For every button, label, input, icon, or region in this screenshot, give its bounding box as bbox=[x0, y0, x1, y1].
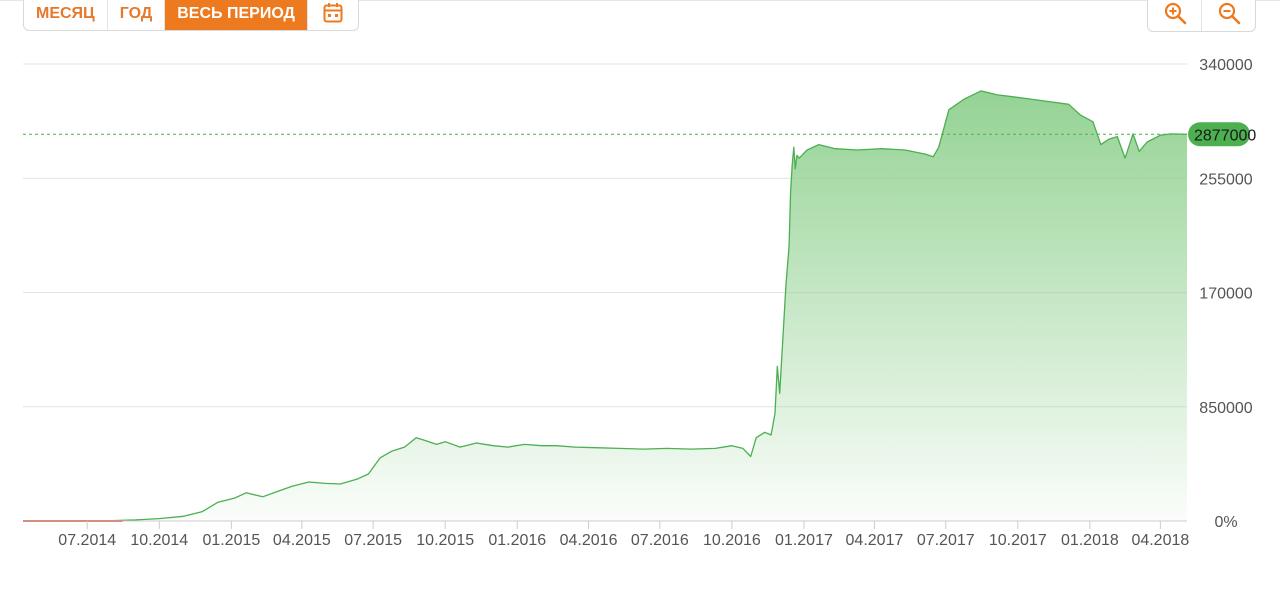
x-tick-label: 04.2016 bbox=[560, 532, 618, 549]
x-tick-label: 07.2017 bbox=[917, 532, 975, 549]
x-tick-label: 10.2014 bbox=[130, 532, 188, 549]
x-tick-label: 01.2018 bbox=[1061, 532, 1119, 549]
y-tick-label: 850000 bbox=[1199, 400, 1252, 417]
x-tick-label: 04.2018 bbox=[1131, 532, 1189, 549]
y-tick-label: 0% bbox=[1214, 514, 1237, 531]
y-tick-label: 170000 bbox=[1199, 286, 1252, 303]
y-tick-label: 255000 bbox=[1199, 171, 1252, 188]
y-tick-label: 340000 bbox=[1199, 57, 1252, 74]
series-area bbox=[23, 90, 1187, 522]
x-tick-label: 07.2014 bbox=[58, 532, 116, 549]
price-chart[interactable]: 0% 850000 170000 255000 340000 07.2014 10.2014… bbox=[0, 0, 1280, 601]
x-tick-label: 07.2015 bbox=[344, 532, 402, 549]
x-tick-label: 07.2016 bbox=[631, 532, 689, 549]
x-tick-label: 10.2016 bbox=[703, 532, 761, 549]
x-tick-label: 04.2015 bbox=[273, 532, 331, 549]
x-tick-label: 01.2017 bbox=[775, 532, 833, 549]
x-tick-label: 01.2016 bbox=[488, 532, 546, 549]
x-tick-label: 04.2017 bbox=[846, 532, 904, 549]
x-tick-label: 01.2015 bbox=[202, 532, 260, 549]
current-value-label: 2877000 bbox=[1194, 127, 1256, 144]
x-tick-label: 10.2017 bbox=[989, 532, 1047, 549]
x-tick-label: 10.2015 bbox=[416, 532, 474, 549]
